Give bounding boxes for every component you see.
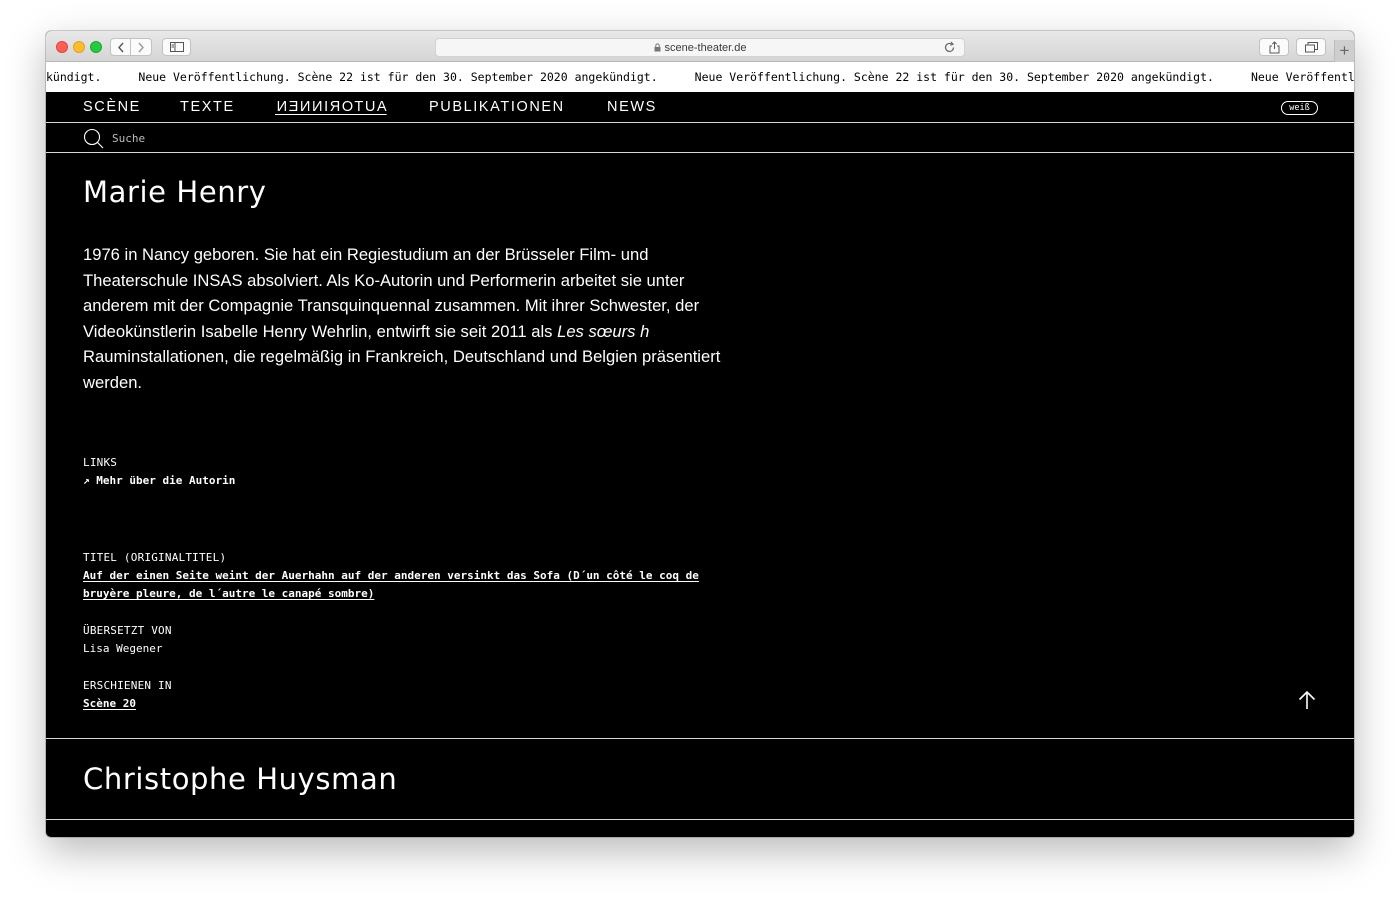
ticker-track: kündigt. Neue Veröffentlichung. Scène 22…: [46, 62, 1354, 92]
section-divider: [46, 738, 1354, 739]
published-section: ERSCHIENEN IN Scène 20: [83, 677, 172, 713]
share-icon: [1269, 40, 1279, 53]
published-in-label: ERSCHIENEN IN: [83, 679, 172, 692]
links-section: LINKS ↗ Mehr über die Autorin: [83, 454, 235, 490]
bio-text: Rauminstallationen, die regelmäßig in Fr…: [83, 347, 721, 392]
main-navigation: SCÈNE TEXTE AUTORINNEN PUBLIKATIONEN NEW…: [46, 92, 1354, 123]
address-bar-url: scene-theater.de: [664, 41, 747, 54]
back-button[interactable]: [110, 38, 131, 56]
sidebar-toggle-button[interactable]: [162, 38, 191, 56]
nav-item-news[interactable]: NEWS: [607, 99, 657, 115]
section-divider: [46, 819, 1354, 820]
browser-toolbar: scene-theater.de +: [46, 31, 1354, 62]
tabs-icon: [1304, 41, 1318, 52]
forward-button[interactable]: [131, 38, 152, 56]
minimize-window-button[interactable]: [73, 41, 85, 53]
nav-item-scene[interactable]: SCÈNE: [83, 99, 141, 115]
browser-window: scene-theater.de + kündigt. Neue Veröffe…: [46, 31, 1354, 837]
close-window-button[interactable]: [56, 41, 68, 53]
zoom-window-button[interactable]: [90, 41, 102, 53]
nav-item-texte[interactable]: TEXTE: [180, 99, 235, 115]
share-button[interactable]: [1259, 38, 1289, 56]
translated-by-label: ÜBERSETZT VON: [83, 624, 172, 637]
lock-icon: [654, 43, 661, 52]
nav-item-publikationen[interactable]: PUBLIKATIONEN: [429, 99, 565, 115]
publication-link[interactable]: Scène 20: [83, 697, 136, 710]
work-title-link[interactable]: Auf der einen Seite weint der Auerhahn a…: [83, 569, 699, 600]
show-tabs-button[interactable]: [1296, 38, 1326, 56]
reload-icon[interactable]: [943, 41, 956, 54]
ticker-item: kündigt.: [46, 70, 102, 84]
translator-section: ÜBERSETZT VON Lisa Wegener: [83, 622, 172, 658]
search-icon: [83, 128, 104, 149]
sidebar-icon: [169, 42, 184, 52]
more-about-author-link[interactable]: ↗ Mehr über die Autorin: [83, 474, 235, 487]
color-mode-toggle[interactable]: weiß: [1281, 101, 1318, 115]
ticker-item: Neue Veröffentl: [1250, 70, 1354, 84]
chevron-right-icon: [138, 42, 144, 52]
title-label: TITEL (ORIGINALTITEL): [83, 551, 227, 564]
author-bio: 1976 in Nancy geboren. Sie hat ein Regie…: [83, 242, 723, 396]
translator-name: Lisa Wegener: [83, 642, 163, 655]
author-name[interactable]: Christophe Huysman: [83, 762, 397, 796]
chevron-left-icon: [117, 42, 124, 52]
title-section: TITEL (ORIGINALTITEL) Auf der einen Seit…: [83, 549, 723, 603]
nav-item-autorinnen[interactable]: AUTORINNEN: [275, 99, 387, 115]
search-bar: [46, 123, 1354, 153]
author-name[interactable]: Marie Henry: [83, 175, 267, 209]
arrow-up-icon[interactable]: [1296, 689, 1318, 711]
search-input[interactable]: [112, 129, 412, 147]
new-tab-button[interactable]: +: [1334, 40, 1354, 62]
address-bar[interactable]: scene-theater.de: [435, 38, 965, 57]
bio-italic-text: Les sœurs h: [557, 321, 650, 341]
links-label: LINKS: [83, 456, 118, 469]
ticker-item: Neue Veröffentlichung. Scène 22 ist für …: [694, 70, 1214, 84]
news-ticker[interactable]: kündigt. Neue Veröffentlichung. Scène 22…: [46, 62, 1354, 92]
ticker-item: Neue Veröffentlichung. Scène 22 ist für …: [138, 70, 658, 84]
